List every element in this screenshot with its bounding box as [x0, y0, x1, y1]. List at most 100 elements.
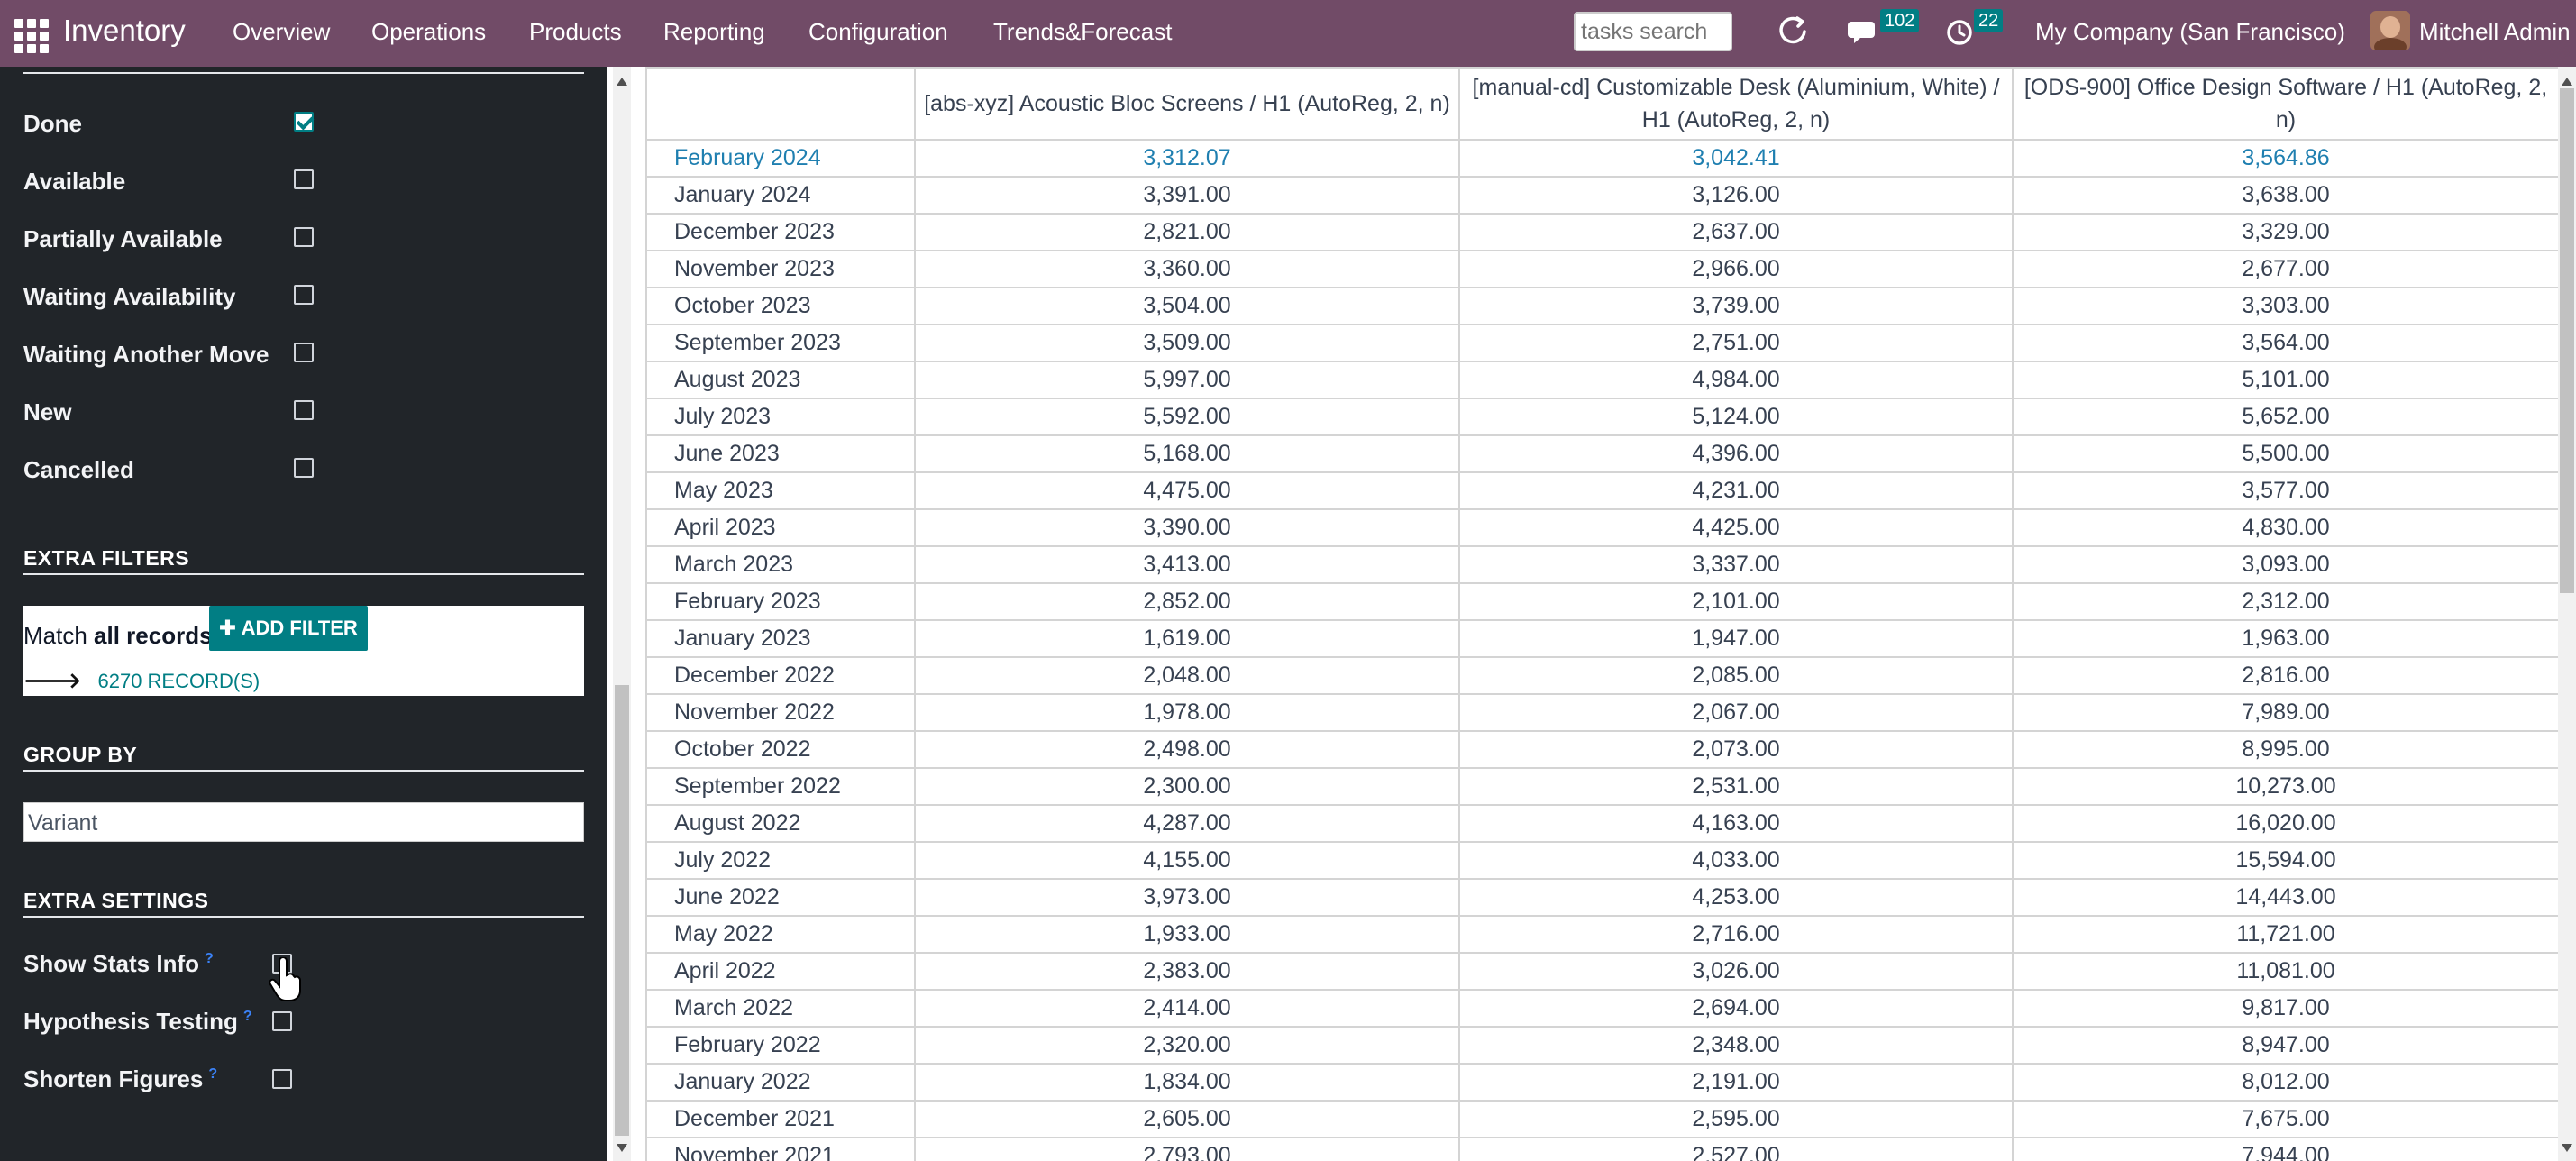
value-customizable-desk: 3,126.00	[1458, 176, 2014, 215]
header-office-design-software[interactable]: [ODS-900] Office Design Software / H1 (A…	[2012, 67, 2558, 141]
row-period: October 2022	[645, 730, 916, 769]
row-period: August 2023	[645, 361, 916, 399]
table-row[interactable]: February 2024 3,312.07 3,042.41 3,564.86	[645, 139, 2558, 178]
messages-icon[interactable]	[1846, 13, 1884, 50]
value-office-design-software: 8,012.00	[2012, 1063, 2558, 1102]
menu-reporting[interactable]: Reporting	[663, 18, 765, 46]
sidebar-scrollbar[interactable]	[613, 67, 631, 1161]
value-office-design-software: 8,995.00	[2012, 730, 2558, 769]
app-grid-icon[interactable]	[11, 15, 49, 53]
row-period: December 2022	[645, 656, 916, 695]
scroll-down-arrow-icon[interactable]	[617, 1144, 627, 1152]
table-scrollbar[interactable]	[2558, 67, 2576, 1161]
table-row[interactable]: January 2022 1,834.00 2,191.00 8,012.00	[645, 1063, 2558, 1102]
table-row[interactable]: February 2023 2,852.00 2,101.00 2,312.00	[645, 582, 2558, 621]
scrollbar-thumb[interactable]	[615, 685, 629, 1136]
table-row[interactable]: March 2022 2,414.00 2,694.00 9,817.00	[645, 989, 2558, 1028]
setting-shorten-figures: Shorten Figures?	[23, 1065, 217, 1093]
menu-configuration[interactable]: Configuration	[808, 18, 948, 46]
table-row[interactable]: December 2022 2,048.00 2,085.00 2,816.00	[645, 656, 2558, 695]
value-acoustic-bloc-screens: 3,391.00	[914, 176, 1460, 215]
table-row[interactable]: June 2023 5,168.00 4,396.00 5,500.00	[645, 434, 2558, 473]
header-acoustic-bloc-screens[interactable]: [abs-xyz] Acoustic Bloc Screens / H1 (Au…	[914, 67, 1460, 141]
menu-operations[interactable]: Operations	[371, 18, 486, 46]
forecast-table-container: [abs-xyz] Acoustic Bloc Screens / H1 (Au…	[645, 67, 2558, 1161]
group-by-field[interactable]: Variant	[23, 802, 584, 842]
state-checkbox-cancelled[interactable]	[294, 458, 314, 478]
table-row[interactable]: April 2023 3,390.00 4,425.00 4,830.00	[645, 508, 2558, 547]
menu-overview[interactable]: Overview	[233, 18, 330, 46]
value-customizable-desk: 2,751.00	[1458, 324, 2014, 362]
table-row[interactable]: July 2023 5,592.00 5,124.00 5,652.00	[645, 398, 2558, 436]
setting-label: Show Stats Info	[23, 950, 199, 977]
extra-settings-title: EXTRA SETTINGS	[23, 889, 209, 912]
menu-products[interactable]: Products	[529, 18, 622, 46]
table-row[interactable]: August 2023 5,997.00 4,984.00 5,101.00	[645, 361, 2558, 399]
row-period: November 2021	[645, 1137, 916, 1161]
records-link[interactable]: 🡒 6270 RECORD(S)	[23, 667, 260, 694]
divider	[23, 72, 584, 74]
app-title[interactable]: Inventory	[63, 14, 186, 48]
value-office-design-software[interactable]: 3,564.86	[2012, 139, 2558, 178]
add-filter-button[interactable]: ✚ ADD FILTER	[209, 606, 368, 651]
table-row[interactable]: August 2022 4,287.00 4,163.00 16,020.00	[645, 804, 2558, 843]
checkbox-hypothesis-testing[interactable]	[272, 1011, 292, 1031]
table-row[interactable]: June 2022 3,973.00 4,253.00 14,443.00	[645, 878, 2558, 917]
state-checkbox-new[interactable]	[294, 400, 314, 420]
help-icon[interactable]: ?	[205, 951, 214, 966]
value-acoustic-bloc-screens: 3,973.00	[914, 878, 1460, 917]
row-period: September 2023	[645, 324, 916, 362]
value-acoustic-bloc-screens: 2,048.00	[914, 656, 1460, 695]
value-customizable-desk: 2,067.00	[1458, 693, 2014, 732]
state-checkbox-partially-available[interactable]	[294, 227, 314, 247]
table-row[interactable]: February 2022 2,320.00 2,348.00 8,947.00	[645, 1026, 2558, 1065]
table-row[interactable]: January 2024 3,391.00 3,126.00 3,638.00	[645, 176, 2558, 215]
state-label-done: Done	[23, 110, 82, 137]
setting-show-stats-info: Show Stats Info?	[23, 950, 214, 978]
table-row[interactable]: March 2023 3,413.00 3,337.00 3,093.00	[645, 545, 2558, 584]
row-period[interactable]: February 2024	[645, 139, 916, 178]
value-customizable-desk[interactable]: 3,042.41	[1458, 139, 2014, 178]
user-menu[interactable]: Mitchell Admin	[2419, 18, 2571, 46]
scroll-up-arrow-icon[interactable]	[617, 78, 627, 86]
table-row[interactable]: September 2022 2,300.00 2,531.00 10,273.00	[645, 767, 2558, 806]
help-icon[interactable]: ?	[243, 1009, 252, 1024]
scroll-down-arrow-icon[interactable]	[2562, 1144, 2572, 1152]
header-customizable-desk[interactable]: [manual-cd] Customizable Desk (Aluminium…	[1458, 67, 2014, 141]
scrollbar-thumb[interactable]	[2560, 88, 2574, 593]
company-switcher[interactable]: My Company (San Francisco)	[2035, 18, 2345, 46]
table-row[interactable]: September 2023 3,509.00 2,751.00 3,564.00	[645, 324, 2558, 362]
table-row[interactable]: October 2023 3,504.00 3,739.00 3,303.00	[645, 287, 2558, 325]
table-row[interactable]: January 2023 1,619.00 1,947.00 1,963.00	[645, 619, 2558, 658]
value-acoustic-bloc-screens[interactable]: 3,312.07	[914, 139, 1460, 178]
value-acoustic-bloc-screens: 2,852.00	[914, 582, 1460, 621]
table-row[interactable]: July 2022 4,155.00 4,033.00 15,594.00	[645, 841, 2558, 880]
value-office-design-software: 5,652.00	[2012, 398, 2558, 436]
menu-trends-forecast[interactable]: Trends&Forecast	[993, 18, 1172, 46]
table-row[interactable]: November 2022 1,978.00 2,067.00 7,989.00	[645, 693, 2558, 732]
scroll-up-arrow-icon[interactable]	[2562, 78, 2572, 86]
value-customizable-desk: 2,966.00	[1458, 250, 2014, 288]
help-icon[interactable]: ?	[208, 1066, 217, 1082]
state-checkbox-available[interactable]	[294, 169, 314, 189]
divider	[23, 770, 584, 772]
table-row[interactable]: May 2022 1,933.00 2,716.00 11,721.00	[645, 915, 2558, 954]
table-row[interactable]: December 2023 2,821.00 2,637.00 3,329.00	[645, 213, 2558, 251]
match-mode[interactable]: all records	[94, 622, 213, 649]
state-checkbox-done[interactable]	[294, 112, 314, 132]
checkbox-shorten-figures[interactable]	[272, 1069, 292, 1089]
tasks-search-input[interactable]	[1574, 12, 1732, 51]
value-acoustic-bloc-screens: 2,793.00	[914, 1137, 1460, 1161]
state-checkbox-waiting-availability[interactable]	[294, 285, 314, 305]
refresh-icon[interactable]	[1774, 13, 1812, 50]
table-row[interactable]: December 2021 2,605.00 2,595.00 7,675.00	[645, 1100, 2558, 1138]
header-period	[645, 67, 916, 141]
state-label-waiting-availability: Waiting Availability	[23, 283, 236, 310]
table-row[interactable]: October 2022 2,498.00 2,073.00 8,995.00	[645, 730, 2558, 769]
user-avatar[interactable]	[2370, 11, 2410, 50]
table-row[interactable]: November 2021 2,793.00 2,527.00 7,944.00	[645, 1137, 2558, 1161]
state-checkbox-waiting-another-move[interactable]	[294, 343, 314, 362]
table-row[interactable]: November 2023 3,360.00 2,966.00 2,677.00	[645, 250, 2558, 288]
table-row[interactable]: April 2022 2,383.00 3,026.00 11,081.00	[645, 952, 2558, 991]
table-row[interactable]: May 2023 4,475.00 4,231.00 3,577.00	[645, 471, 2558, 510]
